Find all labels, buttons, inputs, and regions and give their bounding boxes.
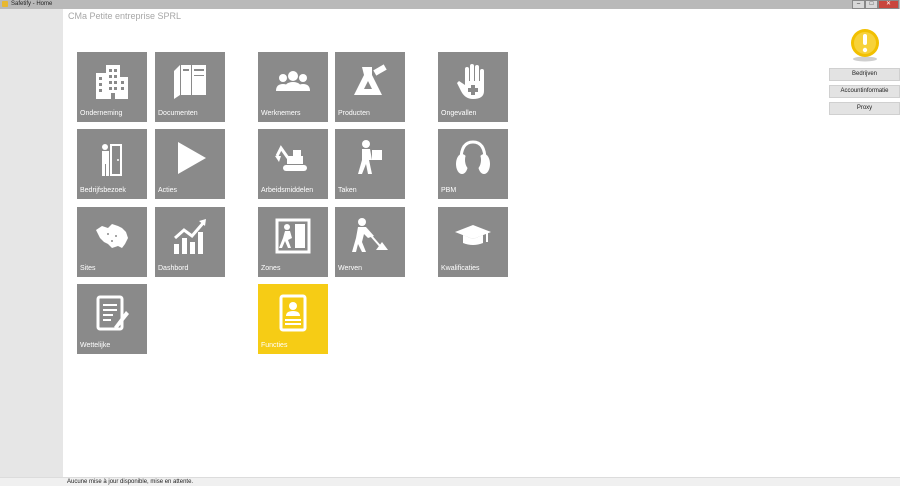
tile-label: Wettelijke [80, 342, 111, 349]
id-badge-icon [273, 293, 313, 333]
tile-bedrijfsbezoek[interactable]: Bedrijfsbezoek [77, 129, 147, 199]
tile-producten[interactable]: Producten [335, 52, 405, 122]
tile-label: Functies [261, 342, 288, 349]
people-icon [273, 61, 313, 101]
app-icon [2, 1, 8, 7]
tile-label: PBM [441, 187, 457, 194]
company-name: CMa Petite entreprise SPRL [68, 11, 182, 21]
tile-label: Werven [338, 265, 362, 272]
maximize-button[interactable]: □ [865, 0, 878, 9]
proxy-button[interactable]: Proxy [829, 102, 900, 115]
play-icon [170, 138, 210, 178]
hand-icon [453, 61, 493, 101]
tile-label: Werknemers [261, 110, 301, 117]
map-icon [92, 216, 132, 256]
tile-label: Bedrijfsbezoek [80, 187, 126, 194]
tile-onderneming[interactable]: Onderneming [77, 52, 147, 122]
title-bar: Safetify - Home – □ ✕ [0, 0, 900, 9]
tile-documenten[interactable]: Documenten [155, 52, 225, 122]
minimize-button[interactable]: – [852, 0, 865, 9]
status-text: Aucune mise à jour disponible, mise en a… [67, 479, 194, 485]
tile-label: Documenten [158, 110, 198, 117]
tile-label: Dashbord [158, 265, 189, 272]
tile-label: Acties [158, 187, 178, 194]
worker-carrying-icon [350, 138, 390, 178]
accountinformatie-button[interactable]: Accountinformatie [829, 85, 900, 98]
left-sidebar [0, 9, 63, 477]
tile-label: Kwalificaties [441, 265, 480, 272]
tile-label: Ongevallen [441, 110, 477, 117]
tile-pbm[interactable]: PBM [438, 129, 508, 199]
ear-protection-icon [453, 138, 493, 178]
tile-sites[interactable]: Sites [77, 207, 147, 277]
digging-worker-icon [350, 216, 390, 256]
tile-acties[interactable]: Acties [155, 129, 225, 199]
bedrijven-button[interactable]: Bedrijven [829, 68, 900, 81]
graduation-cap-icon [453, 216, 493, 256]
tile-label: Zones [261, 265, 281, 272]
window-title: Safetify - Home [11, 1, 53, 7]
tile-label: Producten [338, 110, 370, 117]
tile-ongevallen[interactable]: Ongevallen [438, 52, 508, 122]
close-button[interactable]: ✕ [878, 0, 899, 9]
warning-icon[interactable] [848, 28, 882, 62]
status-bar: Aucune mise à jour disponible, mise en a… [0, 477, 900, 486]
bar-chart-icon [170, 216, 210, 256]
tile-werven[interactable]: Werven [335, 207, 405, 277]
excavator-icon [273, 138, 313, 178]
tile-label: Sites [80, 265, 96, 272]
tile-kwalificaties[interactable]: Kwalificaties [438, 207, 508, 277]
exit-icon [273, 216, 313, 256]
tile-arbeidsmiddelen[interactable]: Arbeidsmiddelen [258, 129, 328, 199]
tile-dashbord[interactable]: Dashbord [155, 207, 225, 277]
tile-label: Taken [338, 187, 357, 194]
tile-label: Arbeidsmiddelen [261, 187, 314, 194]
tile-label: Onderneming [80, 110, 123, 117]
tile-taken[interactable]: Taken [335, 129, 405, 199]
tile-functies[interactable]: Functies [258, 284, 328, 354]
building-icon [92, 61, 132, 101]
flask-icon [350, 61, 390, 101]
books-icon [170, 61, 210, 101]
tile-zones[interactable]: Zones [258, 207, 328, 277]
tile-wettelijke[interactable]: Wettelijke [77, 284, 147, 354]
tile-werknemers[interactable]: Werknemers [258, 52, 328, 122]
document-pen-icon [92, 293, 132, 333]
visitor-door-icon [92, 138, 132, 178]
